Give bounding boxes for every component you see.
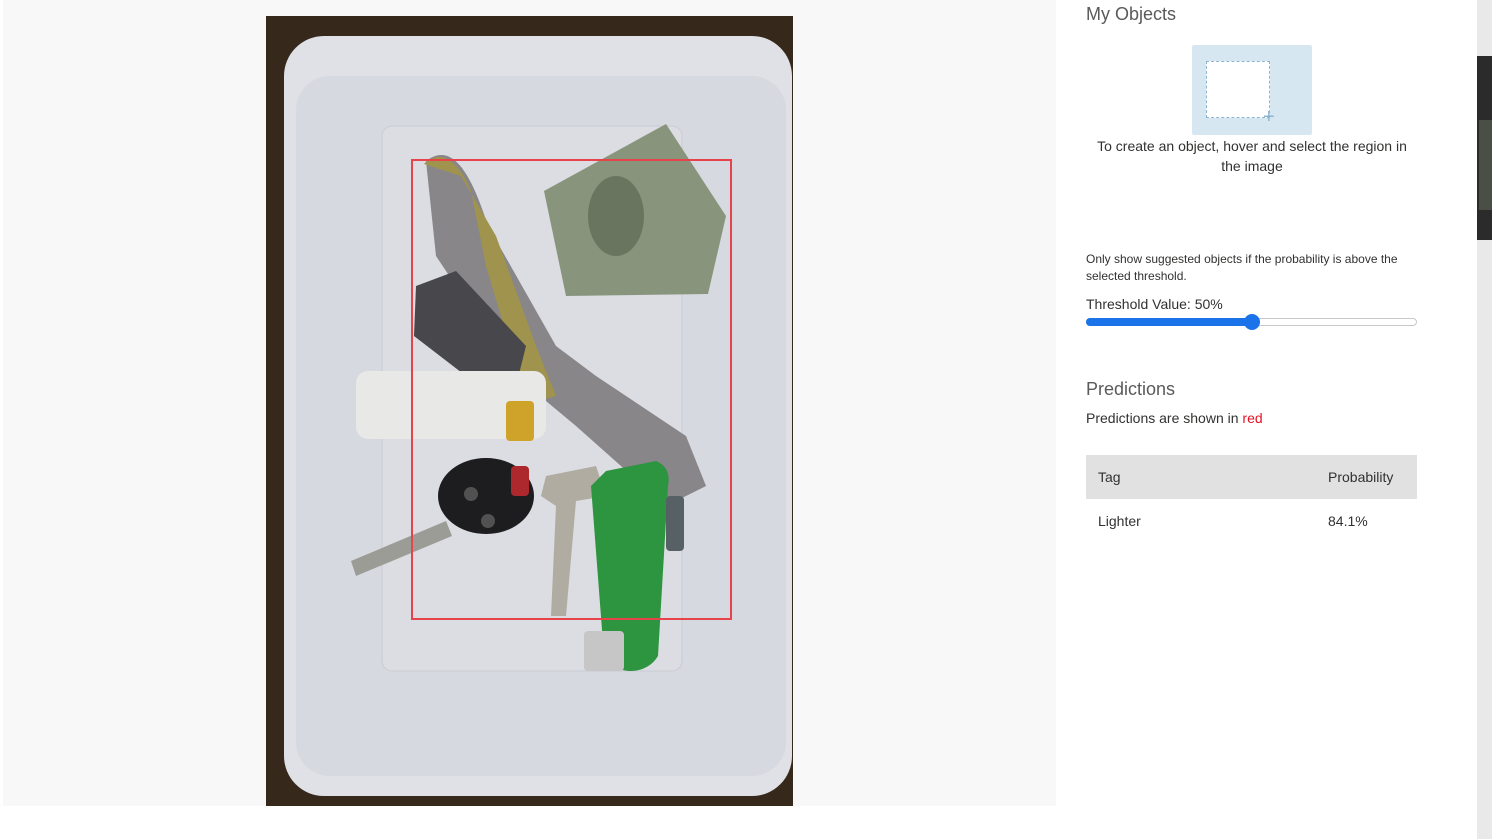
slider-thumb[interactable]	[1244, 314, 1260, 330]
row-probability: 84.1%	[1328, 513, 1368, 529]
threshold-description: Only show suggested objects if the proba…	[1086, 252, 1398, 283]
plus-icon: +	[1263, 106, 1275, 128]
adjacent-window-edge	[1477, 0, 1492, 839]
predictions-title: Predictions	[1086, 379, 1176, 399]
object-detection-test-view: My Objects + To create an object, hover …	[0, 0, 1492, 839]
table-row[interactable]: Lighter 84.1%	[1086, 499, 1417, 543]
my-objects-title: My Objects	[1086, 4, 1177, 24]
column-header-probability[interactable]: Probability	[1328, 469, 1393, 485]
prediction-bounding-box-lighter[interactable]	[411, 159, 732, 620]
create-object-hint: To create an object, hover and select th…	[1097, 138, 1407, 174]
threshold-slider[interactable]	[1086, 314, 1417, 330]
row-tag: Lighter	[1098, 513, 1141, 529]
column-header-tag[interactable]: Tag	[1098, 469, 1121, 485]
slider-fill	[1086, 318, 1252, 326]
predictions-subtitle-text: Predictions are shown in	[1086, 410, 1243, 426]
predictions-color-word: red	[1242, 410, 1263, 426]
image-viewer	[3, 0, 1056, 806]
predictions-subtitle: Predictions are shown in red	[1086, 410, 1263, 426]
test-image[interactable]	[266, 16, 793, 806]
threshold-value-label: Threshold Value: 50%	[1086, 296, 1223, 312]
table-header: Tag Probability	[1086, 455, 1417, 499]
create-object-tile[interactable]: +	[1192, 45, 1312, 135]
selection-region-icon	[1206, 61, 1270, 118]
predictions-table: Tag Probability Lighter 84.1%	[1086, 455, 1417, 543]
adjacent-window-thumbnail-detail	[1479, 120, 1492, 210]
